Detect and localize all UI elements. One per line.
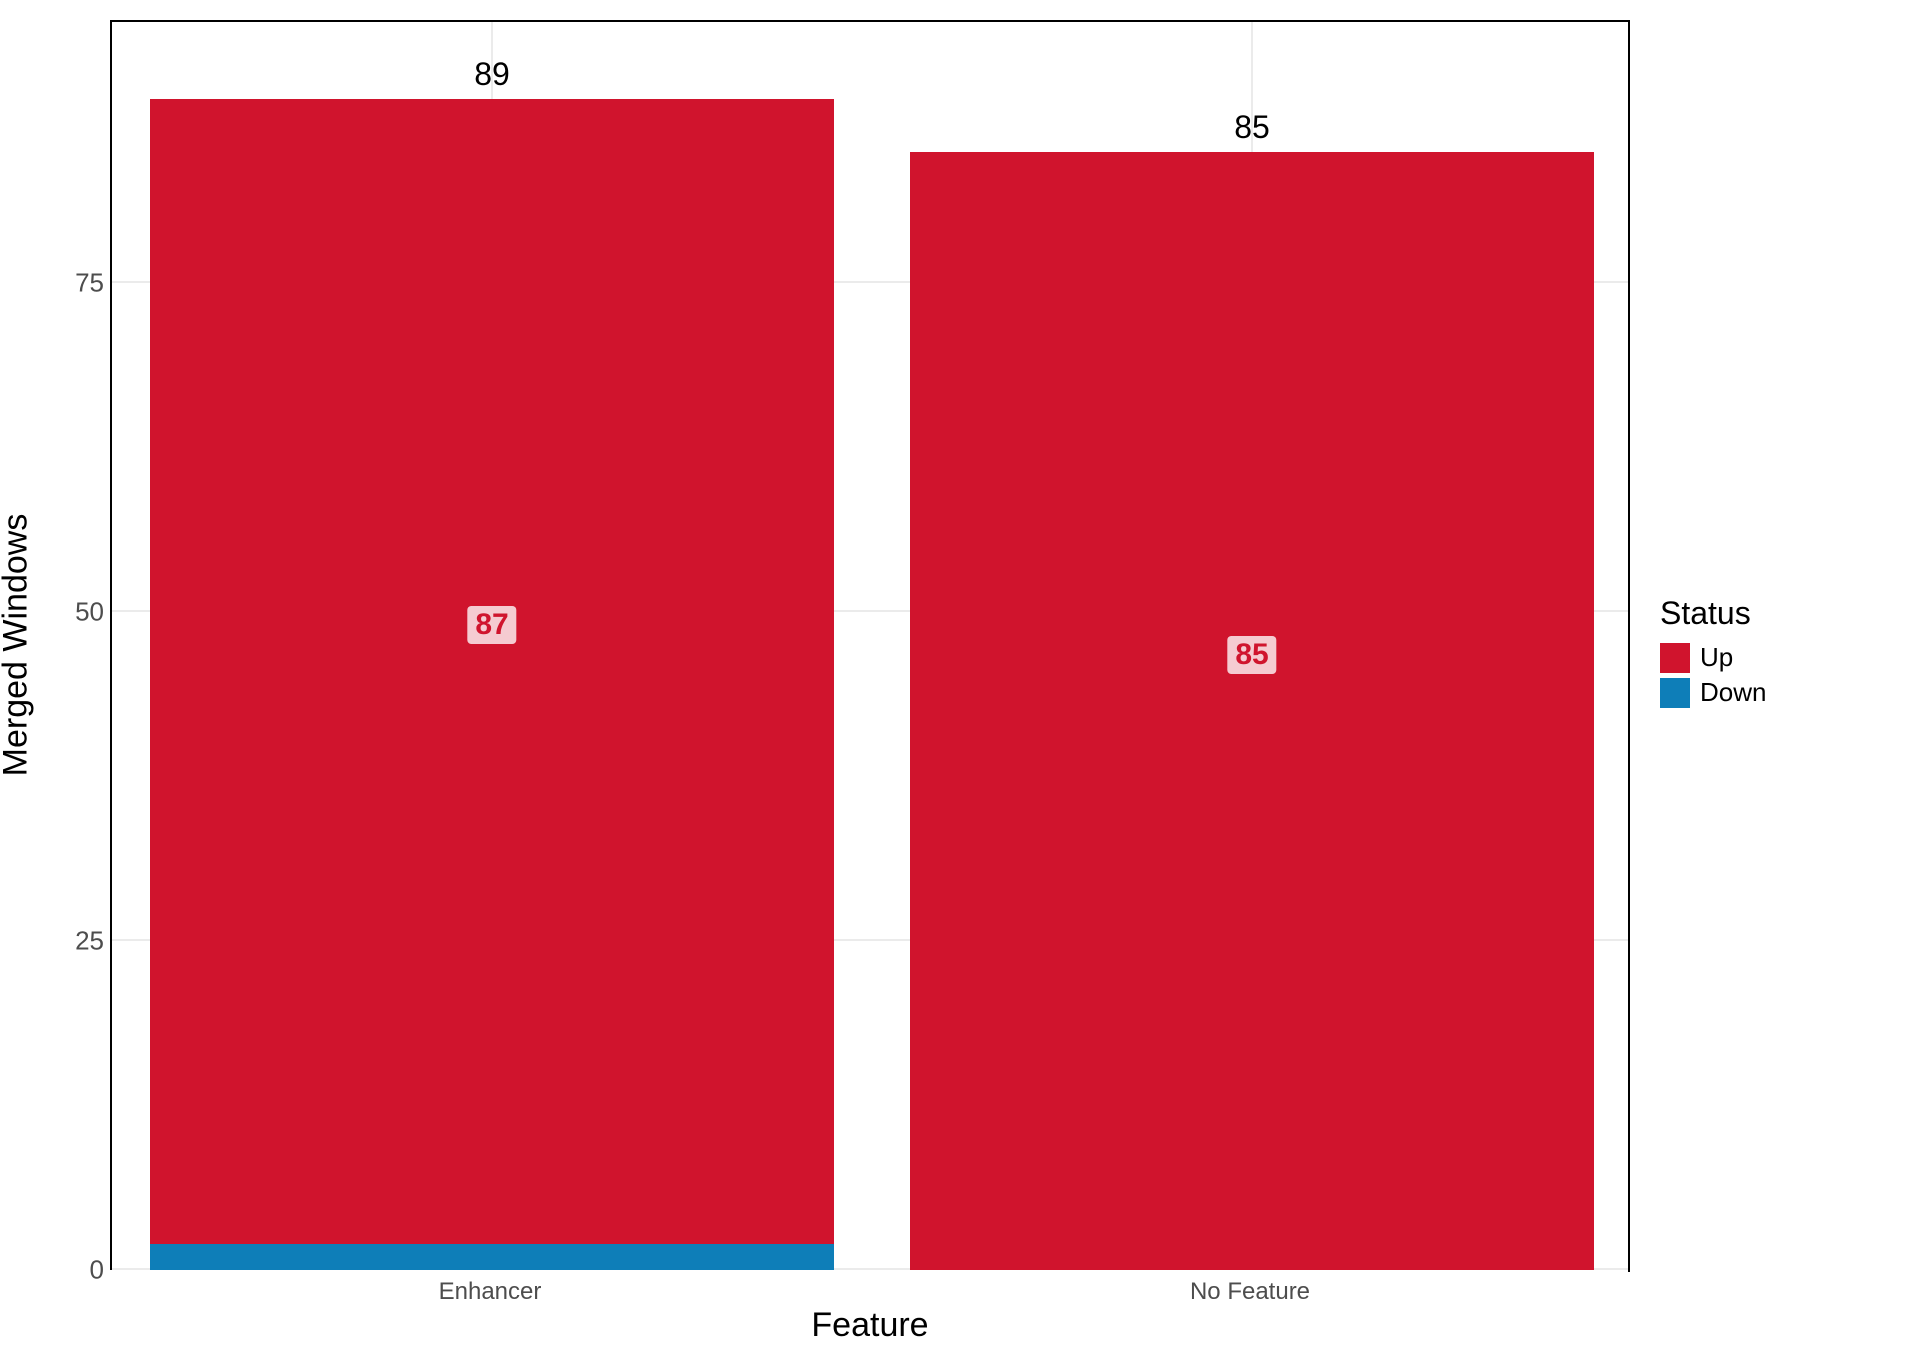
legend-title: Status [1660,595,1900,632]
plot-panel: 87 89 85 85 [110,20,1630,1270]
legend-swatch-down [1660,678,1690,708]
x-tick-nofeature: No Feature [1190,1278,1310,1306]
bar-nofeature-total-label: 85 [1234,109,1270,146]
bar-nofeature-up-label: 85 [1227,636,1276,674]
chart-container: 87 89 85 85 0 25 50 75 Enhancer No Featu… [0,0,1920,1344]
legend: Status Up Down [1660,595,1900,712]
bar-enhancer-down [150,1244,834,1270]
bars-layer: 87 89 85 85 [112,20,1630,1268]
x-tick-enhancer: Enhancer [439,1278,542,1306]
y-tick-25: 25 [24,926,104,957]
x-axis-title: Feature [811,1306,928,1345]
bar-enhancer-up [150,99,834,1244]
legend-item-up: Up [1660,642,1900,673]
bar-enhancer-up-label: 87 [467,606,516,644]
y-axis-title: Merged Windows [0,382,36,645]
y-tick-50: 50 [24,597,104,628]
bar-nofeature-up [910,152,1594,1270]
bar-enhancer-total-label: 89 [474,56,510,93]
legend-label-up: Up [1700,642,1733,673]
y-tick-0: 0 [24,1255,104,1286]
panel-border-top [110,20,1630,22]
legend-label-down: Down [1700,677,1766,708]
panel-border-right [1628,20,1630,1272]
legend-swatch-up [1660,643,1690,673]
y-tick-75: 75 [24,268,104,299]
legend-item-down: Down [1660,677,1900,708]
